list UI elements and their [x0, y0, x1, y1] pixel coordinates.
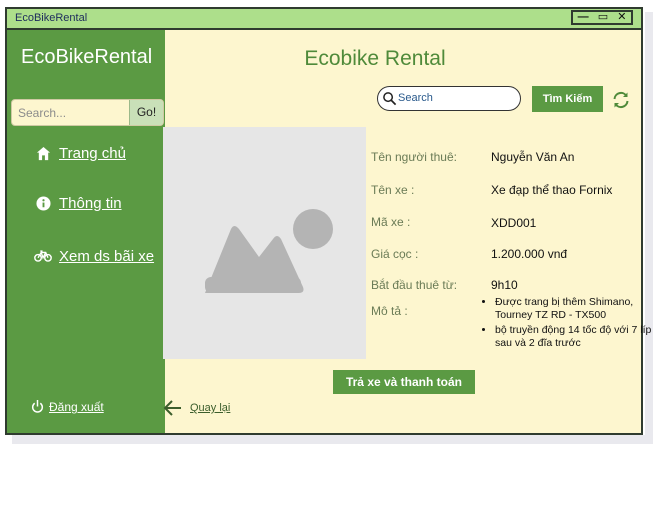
sidebar-item-label: Xem ds bãi xe: [59, 247, 155, 265]
search-button[interactable]: Tìm Kiếm: [532, 86, 603, 112]
sidebar-item-info[interactable]: Thông tin: [34, 194, 122, 212]
bike-code-label: Mã xe :: [371, 215, 411, 229]
page-title: Ecobike Rental: [304, 47, 446, 70]
window-title: EcoBikeRental: [15, 12, 88, 24]
deposit-value: 1.200.000 vnđ: [491, 247, 568, 261]
search-icon: [382, 91, 397, 106]
sidebar-search: Go!: [11, 99, 164, 126]
sidebar-item-label: Thông tin: [59, 194, 122, 212]
start-time-value: 9h10: [491, 278, 518, 292]
info-icon: [34, 194, 52, 212]
bike-name-value: Xe đạp thể thao Fornix: [491, 183, 613, 197]
bicycle-icon: [34, 247, 52, 265]
title-bar: EcoBikeRental — ▭ ✕: [7, 9, 641, 30]
sidebar-item-parking-lots[interactable]: Xem ds bãi xe: [34, 247, 154, 265]
renter-name-label: Tên người thuê:: [371, 150, 457, 164]
description-item: bộ truyền động 14 tốc độ với 7 líp sau v…: [495, 324, 654, 350]
brand-title: EcoBikeRental: [21, 46, 153, 68]
bike-name-label: Tên xe :: [371, 183, 415, 197]
description-item: Được trang bị thêm Shimano, Tourney TZ R…: [495, 296, 654, 322]
sidebar: EcoBikeRental Go! Trang chủ Thông tin Xe…: [7, 30, 165, 433]
image-placeholder-icon: [205, 209, 333, 293]
renter-name-value: Nguyễn Văn An: [491, 150, 575, 164]
bike-code-value: XDD001: [491, 216, 537, 230]
home-icon: [34, 144, 52, 162]
window-controls: — ▭ ✕: [571, 10, 633, 25]
logout-link[interactable]: Đăng xuất: [31, 399, 104, 415]
logout-label: Đăng xuất: [49, 400, 104, 414]
bike-image-placeholder: [163, 127, 366, 359]
refresh-icon[interactable]: [611, 90, 631, 110]
close-button[interactable]: ✕: [617, 12, 626, 23]
minimize-button[interactable]: —: [578, 12, 589, 23]
maximize-button[interactable]: ▭: [598, 12, 608, 23]
power-icon: [31, 399, 45, 415]
start-time-label: Bắt đầu thuê từ:: [371, 278, 458, 292]
sidebar-search-input[interactable]: [12, 100, 132, 125]
back-label: Quay lại: [190, 402, 231, 414]
window-shadow-bottom: [12, 435, 653, 444]
back-link[interactable]: Quay lại: [163, 399, 230, 417]
return-and-pay-button[interactable]: Trả xe và thanh toán: [333, 370, 475, 394]
sidebar-item-home[interactable]: Trang chủ: [34, 144, 126, 162]
description-label: Mô tả :: [371, 304, 408, 318]
arrow-left-icon: [163, 399, 183, 417]
main-search-input[interactable]: [398, 89, 508, 107]
go-button[interactable]: Go!: [129, 100, 163, 125]
description-list: Được trang bị thêm Shimano, Tourney TZ R…: [481, 296, 654, 352]
sidebar-item-label: Trang chủ: [59, 144, 126, 162]
deposit-label: Giá cọc :: [371, 247, 419, 261]
window-shadow-right: [645, 12, 653, 444]
main-search: [377, 86, 521, 111]
